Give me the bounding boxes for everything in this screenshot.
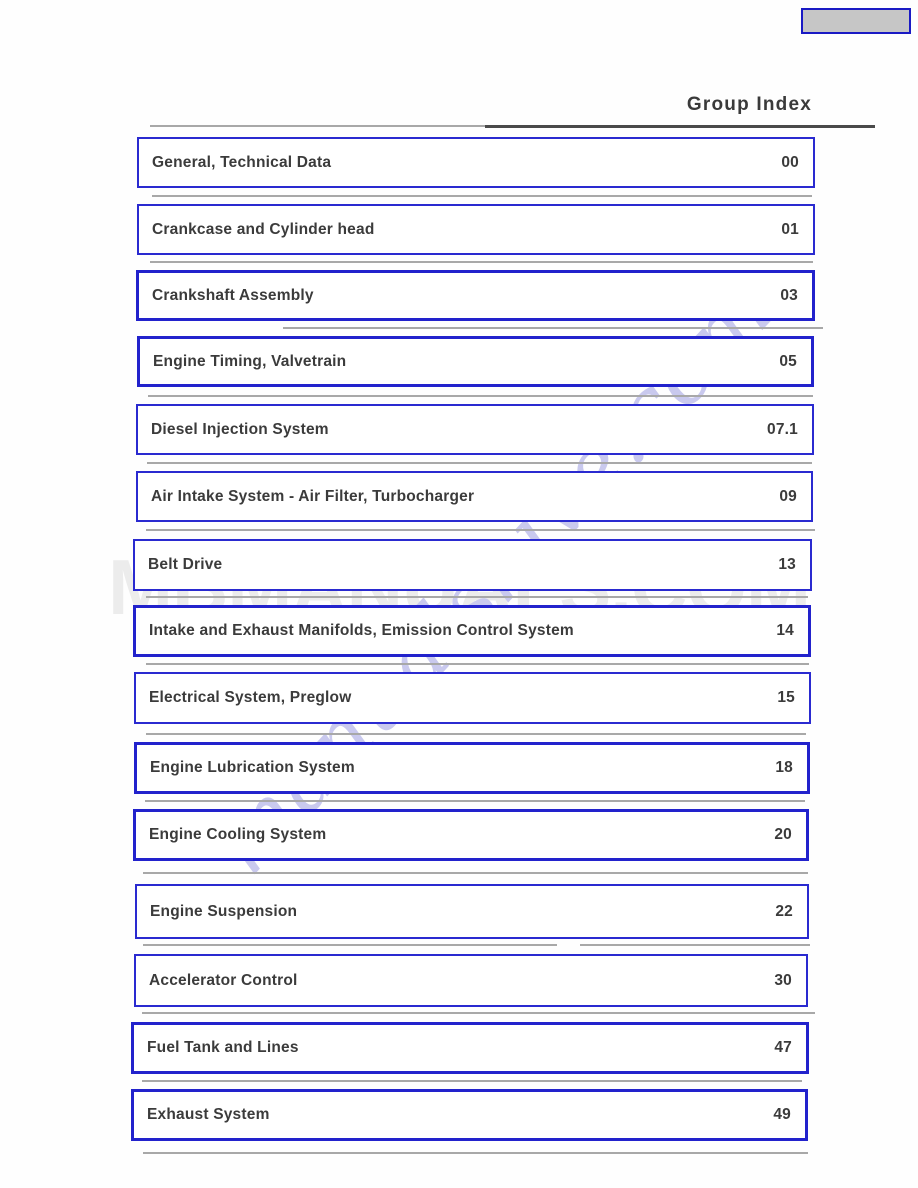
separator-rule [147,462,812,464]
group-index-row[interactable]: Belt Drive 13 [133,539,812,591]
group-index-row-number: 47 [774,1039,792,1056]
page-body: Group Index General, Technical Data 00 Cra… [0,0,918,1188]
group-index-row-label: Belt Drive [148,556,223,573]
group-index-row-number: 13 [778,556,796,573]
group-index-row-label: Air Intake System - Air Filter, Turbocha… [151,487,475,505]
separator-rule [307,944,557,946]
separator-rule [580,944,810,946]
group-index-row[interactable]: Diesel Injection System 07.1 [136,404,814,455]
separator-rule [200,1012,815,1014]
group-index-row[interactable]: Engine Timing, Valvetrain 05 [137,336,814,387]
separator-rule [150,261,813,263]
separator-rule [146,663,809,665]
group-index-row[interactable]: Crankshaft Assembly 03 [136,270,815,321]
group-index-row[interactable]: Engine Lubrication System 18 [134,742,810,794]
group-index-row[interactable]: General, Technical Data 00 [137,137,815,188]
group-index-row-label: Engine Lubrication System [150,759,355,776]
group-index-row-label: Exhaust System [147,1106,270,1123]
group-index-row-label: Engine Timing, Valvetrain [153,352,347,370]
separator-rule [145,800,805,802]
separator-rule [146,596,808,598]
separator-rule [143,872,808,874]
group-index-row-number: 07.1 [767,420,798,438]
group-index-row-number: 22 [775,902,793,920]
separator-rule [143,1152,808,1154]
page-title: Group Index [686,94,812,115]
group-index-row-number: 09 [779,487,797,505]
group-index-row-number: 05 [779,352,797,370]
group-index-row-number: 30 [774,971,792,989]
group-index-row-label: Crankshaft Assembly [152,286,314,304]
group-index-row-number: 18 [775,759,793,776]
group-index-row-label: Engine Cooling System [149,826,327,843]
group-index-row-label: Fuel Tank and Lines [147,1039,299,1056]
group-index-row-number: 00 [781,153,799,171]
group-index-row-label: Intake and Exhaust Manifolds, Emission C… [149,622,574,639]
group-index-row-label: General, Technical Data [152,153,332,171]
group-index-row-label: Engine Suspension [150,902,298,920]
group-index-row[interactable]: Engine Cooling System 20 [133,809,809,861]
separator-rule [283,327,823,329]
group-index-row[interactable]: Air Intake System - Air Filter, Turbocha… [136,471,813,522]
group-index-row-number: 14 [776,622,794,639]
group-index-row-number: 49 [773,1106,791,1123]
corner-tab-box[interactable] [801,8,911,34]
group-index-row[interactable]: Fuel Tank and Lines 47 [131,1022,809,1074]
group-index-row[interactable]: Engine Suspension 22 [135,884,809,939]
group-index-row-label: Crankcase and Cylinder head [152,220,375,238]
group-index-row-label: Electrical System, Preglow [149,689,352,706]
group-index-row-label: Diesel Injection System [151,420,329,438]
group-index-row[interactable]: Accelerator Control 30 [134,954,808,1007]
group-index-row-number: 20 [774,826,792,843]
separator-rule [485,125,875,128]
group-index-row-number: 03 [780,286,798,304]
group-index-row-label: Accelerator Control [149,971,298,989]
group-index-row[interactable]: Exhaust System 49 [131,1089,808,1141]
group-index-row-number: 15 [777,689,795,706]
group-index-row[interactable]: Crankcase and Cylinder head 01 [137,204,815,255]
separator-rule [146,733,806,735]
separator-rule [148,395,813,397]
separator-rule [152,195,812,197]
group-index-row[interactable]: Electrical System, Preglow 15 [134,672,811,724]
group-index-row-number: 01 [781,220,799,238]
separator-rule [325,529,815,531]
separator-rule [142,1080,802,1082]
group-index-row[interactable]: Intake and Exhaust Manifolds, Emission C… [133,605,811,657]
